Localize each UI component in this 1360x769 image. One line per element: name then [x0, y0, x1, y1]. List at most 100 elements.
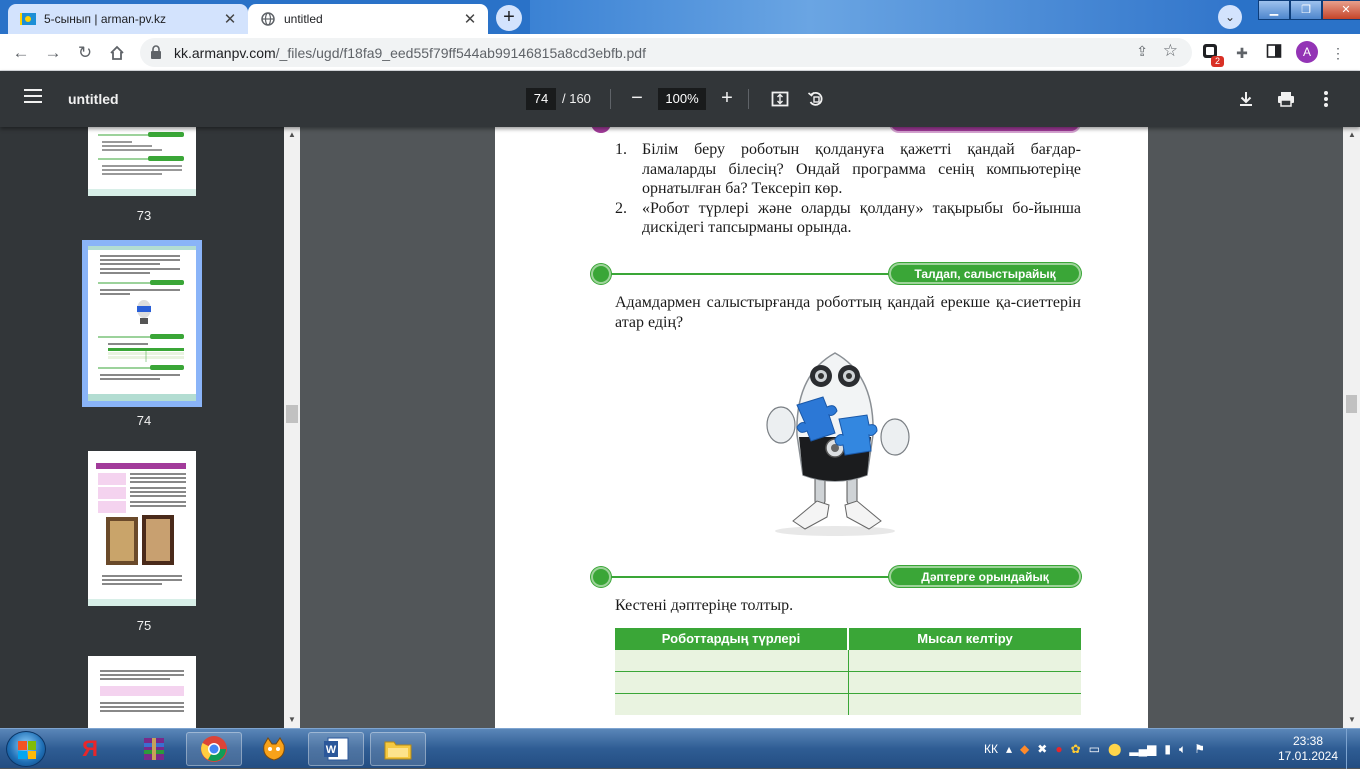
close-tab-icon[interactable]: ✕ [460, 10, 480, 28]
table-row [615, 648, 1081, 671]
clock-date: 17.01.2024 [1277, 749, 1339, 763]
forward-icon[interactable]: → [40, 40, 66, 66]
print-icon[interactable] [1274, 87, 1298, 111]
thumbnail-label: 73 [136, 208, 152, 223]
minimize-icon[interactable]: ▁ [1258, 0, 1290, 20]
tray-close-icon[interactable]: ✖ [1037, 742, 1047, 756]
section-pill [889, 127, 1081, 133]
fit-page-icon[interactable] [768, 87, 792, 111]
volume-icon[interactable]: 🔈︎ [1179, 742, 1186, 757]
yandex-tray-icon[interactable]: ● [1055, 742, 1062, 756]
rotate-icon[interactable] [804, 87, 828, 111]
zoom-in-icon[interactable]: + [715, 85, 739, 111]
thumbnail-page-75[interactable] [88, 451, 196, 606]
flag-icon[interactable]: ⚑ [1194, 742, 1205, 756]
sidebar-scroll-thumb[interactable] [286, 405, 298, 423]
battery-icon[interactable]: ▮ [1164, 742, 1171, 756]
thumbnail-page-73[interactable] [88, 127, 196, 196]
zoom-level-input[interactable]: 100% [658, 88, 706, 110]
section-rule [609, 576, 901, 578]
table-cell [848, 648, 1081, 671]
toolbar-divider [748, 89, 749, 109]
file-explorer-icon[interactable] [370, 732, 426, 766]
reload-icon[interactable]: ↻ [72, 40, 98, 66]
globe-icon [260, 11, 276, 27]
svg-text:W: W [326, 744, 337, 756]
document-scroll-thumb[interactable] [1346, 395, 1357, 413]
table-cell [848, 692, 1081, 715]
maximize-icon[interactable]: ❐ [1290, 0, 1322, 20]
zoom-out-icon[interactable]: − [625, 85, 649, 111]
windows-logo-icon [18, 741, 36, 759]
tab-arman-pv[interactable]: 5-сынып | arman-pv.kz ✕ [8, 4, 248, 34]
home-icon[interactable] [104, 40, 130, 66]
network-tray-icon[interactable]: ▭ [1089, 742, 1100, 756]
table-cell [615, 648, 849, 671]
document-title: untitled [68, 91, 119, 107]
winrar-icon[interactable] [126, 732, 182, 766]
scroll-up-icon[interactable]: ▲ [1348, 130, 1356, 139]
tab-untitled[interactable]: untitled ✕ [248, 4, 488, 34]
chrome-icon[interactable] [186, 732, 242, 766]
flower-tray-icon[interactable]: ✿ [1071, 742, 1081, 756]
tray-arrow-icon[interactable]: ▴ [1006, 742, 1012, 756]
signal-icon[interactable]: ▂▄▆ [1129, 742, 1156, 756]
question-text: Білім беру роботын қолдануға қажетті қан… [642, 141, 1081, 197]
robot-illustration [735, 345, 935, 537]
update-tray-icon[interactable]: ⬤ [1108, 742, 1121, 756]
question-number: 1. [615, 141, 627, 158]
scratch-icon[interactable] [246, 732, 302, 766]
scroll-down-icon[interactable]: ▼ [288, 715, 296, 724]
table-cell [615, 692, 849, 715]
download-icon[interactable] [1234, 87, 1258, 111]
tab-search-icon[interactable]: ⌄ [1218, 5, 1242, 29]
section-label: Талдап, салыстырайық [889, 263, 1081, 284]
clock-time: 23:38 [1292, 734, 1324, 748]
lock-icon[interactable] [150, 45, 162, 59]
section-rule [609, 273, 901, 275]
sidebar-menu-icon[interactable] [24, 89, 42, 107]
system-tray: КК ▴ ◆ ✖ ● ✿ ▭ ⬤ ▂▄▆ ▮ 🔈︎ ⚑ [984, 729, 1213, 769]
share-icon[interactable]: ⇪ [1136, 43, 1148, 60]
close-window-icon[interactable]: ✕ [1322, 0, 1360, 20]
scroll-up-icon[interactable]: ▲ [288, 130, 296, 139]
more-options-icon[interactable] [1314, 87, 1338, 111]
list-item: 1. Білім беру роботын қолдануға қажетті … [615, 140, 1081, 199]
scroll-down-icon[interactable]: ▼ [1348, 715, 1356, 724]
back-icon[interactable]: ← [8, 40, 34, 66]
more-menu-icon[interactable]: ⋮ [1328, 43, 1348, 63]
tab-title: 5-сынып | arman-pv.kz [44, 12, 166, 26]
window-controls: ▁ ❐ ✕ [1258, 0, 1360, 20]
yandex-browser-icon[interactable]: Я [62, 732, 118, 766]
analyze-text: Адамдармен салыстырғанда роботтың қандай… [615, 294, 1081, 331]
section-heading-analyze: Талдап, салыстырайық [591, 262, 1081, 286]
language-indicator[interactable]: КК [984, 742, 998, 756]
table-header-row: Роботтардың түрлері Мысал келтіру [615, 628, 1081, 649]
profile-avatar[interactable]: A [1296, 41, 1318, 63]
window-titlebar-glass [530, 0, 1230, 34]
sidebar-scrollbar[interactable]: ▲ ▼ [284, 127, 300, 728]
section-heading-notebook: Дәптерге орындайық [591, 565, 1081, 589]
thumbnail-page-76[interactable] [88, 656, 196, 728]
extensions-puzzle-icon[interactable]: ✚ [1232, 43, 1252, 63]
page-number-input[interactable]: 74 [526, 88, 556, 110]
close-tab-icon[interactable]: ✕ [220, 10, 240, 28]
word-icon[interactable]: W [308, 732, 364, 766]
bookmark-star-icon[interactable]: ☆ [1163, 41, 1178, 61]
thumbnail-label: 75 [136, 618, 152, 633]
thumbnail-label: 74 [136, 413, 152, 428]
section-dot [591, 567, 611, 587]
document-scrollbar[interactable]: ▲ ▼ [1343, 127, 1360, 728]
start-button[interactable] [6, 731, 46, 767]
site-favicon-icon [20, 11, 36, 27]
show-desktop-button[interactable] [1346, 729, 1360, 769]
side-panel-icon[interactable] [1264, 43, 1284, 63]
section-label: Дәптерге орындайық [889, 566, 1081, 587]
table-header: Мысал келтіру [848, 628, 1081, 649]
new-tab-button[interactable]: + [496, 5, 522, 31]
tray-app-icon[interactable]: ◆ [1020, 742, 1029, 756]
system-clock[interactable]: 23:38 17.01.2024 [1276, 734, 1340, 764]
thumbnail-page-74[interactable] [88, 246, 196, 401]
toolbar-divider [610, 89, 611, 109]
address-bar[interactable]: kk.armanpv.com/_files/ugd/f18fa9_eed55f7… [140, 38, 1192, 67]
